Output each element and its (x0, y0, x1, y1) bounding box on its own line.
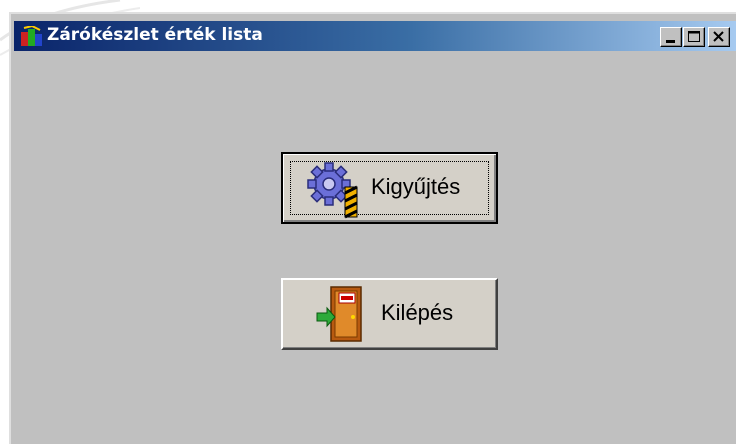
exit-button[interactable]: Kilépés (281, 278, 498, 350)
title-bar[interactable]: Zárókészlet érték lista (14, 21, 736, 51)
minimize-icon (666, 40, 675, 43)
gear-icon (307, 162, 358, 219)
maximize-button[interactable] (683, 27, 705, 47)
maximize-icon (688, 31, 700, 42)
collect-button[interactable]: Kigyűjtés (281, 152, 498, 224)
close-button[interactable] (708, 27, 730, 47)
minimize-button[interactable] (660, 27, 682, 47)
app-icon (21, 26, 42, 46)
close-icon (713, 31, 724, 42)
window-title: Zárókészlet érték lista (47, 25, 263, 45)
collect-button-label: Kigyűjtés (371, 174, 461, 199)
exit-button-label: Kilépés (381, 300, 454, 325)
app-window: Zárókészlet érték lista Kigyűjtés Kilépé… (9, 12, 736, 444)
exit-door-icon (316, 286, 362, 342)
